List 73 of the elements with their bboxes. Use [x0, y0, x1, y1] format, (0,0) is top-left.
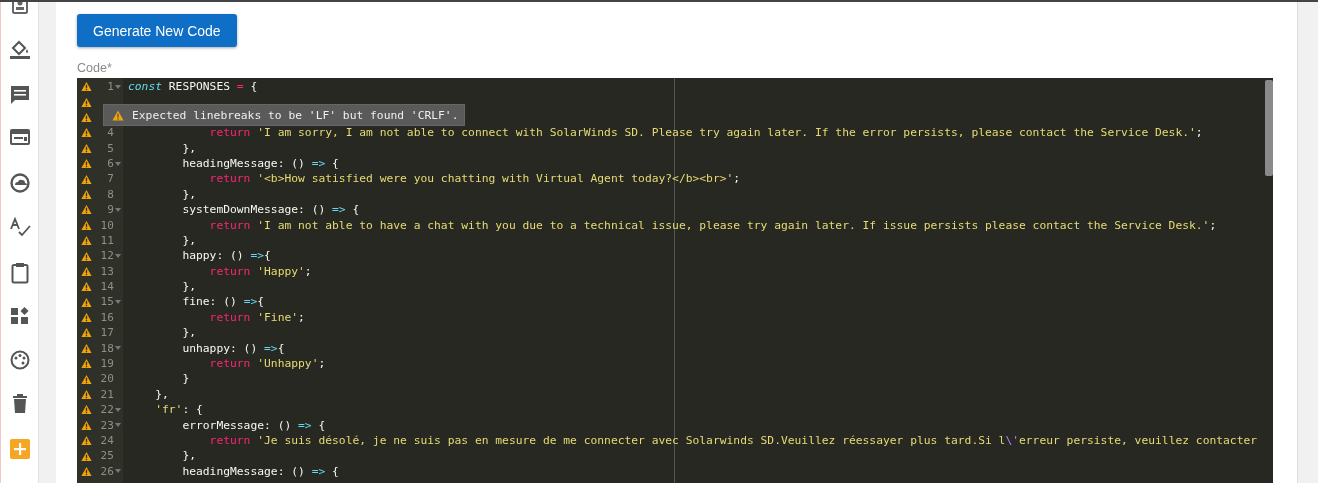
line-number: 16: [100, 310, 114, 324]
code-line: unhappy: () =>{: [181, 340, 285, 357]
fold-arrow-icon[interactable]: [115, 423, 122, 428]
line-number: 5: [107, 141, 114, 155]
palette-icon[interactable]: [9, 350, 30, 371]
line-number: 23: [100, 418, 114, 432]
line-number: 22: [100, 403, 114, 417]
line-number: 12: [100, 249, 114, 263]
line-number: 8: [107, 187, 114, 201]
line-number: 20: [100, 372, 114, 386]
code-line: systemDownMessage: () => {: [181, 202, 360, 218]
line-number: 25: [100, 449, 114, 463]
line-number: 11: [100, 233, 114, 247]
tooltip-text: Expected linebreaks to be 'LF' but found 'CRLF'.: [132, 108, 459, 122]
fold-arrow-icon[interactable]: [115, 300, 122, 305]
fold-arrow-icon[interactable]: [115, 469, 122, 474]
code-line: },: [181, 279, 196, 295]
code-editor[interactable]: [77, 78, 1273, 483]
code-line: return 'Happy';: [208, 263, 312, 280]
code-line: },: [181, 448, 196, 464]
line-number: 19: [100, 357, 114, 371]
fold-arrow-icon[interactable]: [115, 161, 122, 166]
trash-icon[interactable]: [11, 394, 28, 415]
line-number: 18: [100, 341, 114, 355]
line-number: 1: [107, 80, 114, 93]
generate-code-button[interactable]: Generate New Code: [77, 14, 237, 47]
line-number: 15: [100, 295, 114, 309]
code-line: },: [181, 186, 196, 203]
window-icon[interactable]: [9, 128, 30, 145]
line-number: 24: [100, 434, 114, 447]
field-label: Code*: [77, 60, 113, 76]
code-line: }: [181, 371, 190, 387]
fold-arrow-icon[interactable]: [115, 84, 122, 89]
line-number: 9: [107, 203, 114, 217]
warning-icon: [112, 109, 124, 121]
code-line: },: [181, 325, 196, 341]
clipboard-icon[interactable]: [10, 261, 29, 284]
code-line: return 'Fine';: [208, 309, 305, 326]
line-number: 7: [107, 172, 114, 186]
line-number: 17: [100, 326, 114, 340]
line-number: 6: [107, 156, 114, 170]
spellcheck-icon[interactable]: [8, 217, 31, 238]
code-line: return '<b>How satisfied were you chatting with Virtual Agent today?</b><br>';: [208, 171, 741, 187]
line-number: 10: [100, 218, 114, 232]
line-number: 26: [100, 464, 114, 478]
code-line: },: [154, 386, 169, 403]
contact-card-icon[interactable]: [10, 2, 29, 14]
fold-arrow-icon[interactable]: [115, 407, 122, 412]
code-line: 'fr': {: [154, 402, 203, 418]
code-line: return 'I am not able to have a chat with you due to a technical issue, please try again later. If issue persists please contact the Service Desk.';: [208, 217, 1217, 233]
code-line: },: [181, 140, 196, 156]
fold-arrow-icon[interactable]: [115, 254, 122, 258]
scrollbar-thumb[interactable]: [1265, 80, 1273, 176]
code-line: return 'I am sorry, I am not able to connect with SolarWinds SD. Please try again later. If the error persists, please contact the Service Desk.';: [208, 125, 1203, 141]
line-number: 21: [100, 387, 114, 401]
line-number: 13: [100, 264, 114, 278]
fold-arrow-icon[interactable]: [115, 346, 122, 351]
code-line: happy: () =>{: [181, 248, 271, 264]
line-number: 14: [100, 280, 114, 294]
code-line: const RESPONSES = {: [128, 79, 258, 95]
code-line: headingMessage: () => {: [181, 155, 339, 172]
code-line: fine: () =>{: [181, 294, 265, 310]
fold-arrow-icon[interactable]: [115, 207, 122, 212]
line-number: 4: [107, 126, 114, 140]
code-line: return 'Je suis désolé, je ne suis pas en mesure de me connecter avec Solarwinds SD.Veuillez réessayer plus tard.Si l\'erreur persiste, veuillez contacter: [208, 433, 1258, 449]
paint-bucket-icon[interactable]: [8, 40, 31, 61]
code-line: return 'Unhappy';: [208, 356, 326, 372]
code-line: },: [181, 232, 196, 249]
chat-icon[interactable]: [9, 84, 30, 105]
code-line: errorMessage: () => {: [181, 417, 326, 433]
cloud-icon[interactable]: [9, 173, 30, 194]
code-line: headingMessage: () => {: [181, 463, 339, 480]
widgets-icon[interactable]: [9, 305, 30, 326]
